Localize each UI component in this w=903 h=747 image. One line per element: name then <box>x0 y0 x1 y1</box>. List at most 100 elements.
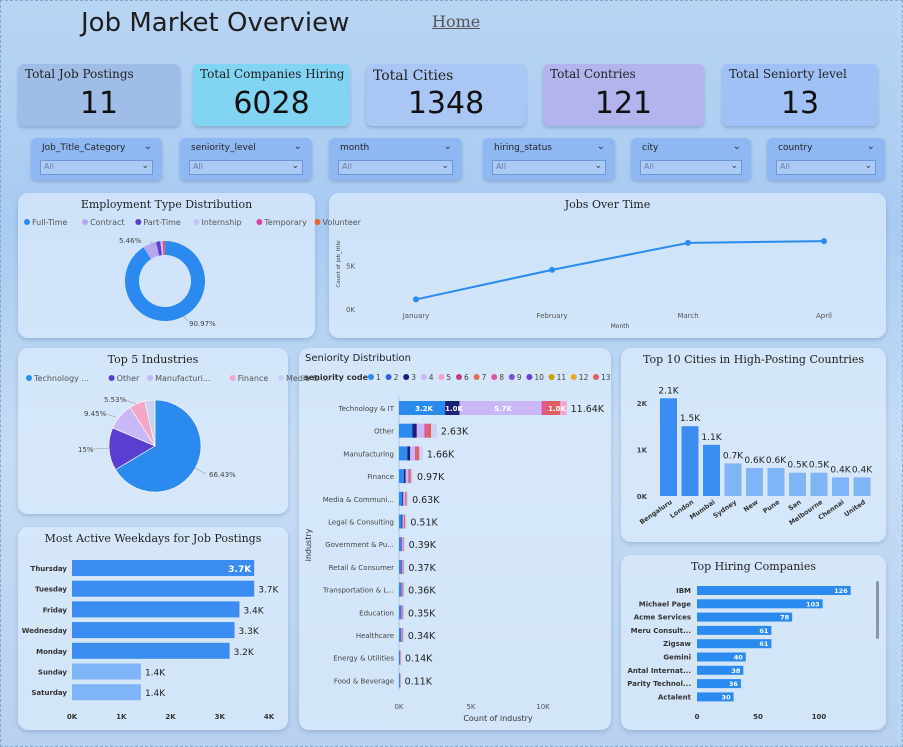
legend-label: Full-Time <box>32 218 67 227</box>
bar-segment <box>400 650 402 665</box>
legend-label: Part-Time <box>143 218 181 227</box>
bar-segment <box>412 423 417 438</box>
bar-segment <box>401 559 403 574</box>
value-label: 0.6K <box>766 456 787 466</box>
bar-segment <box>399 537 401 552</box>
bar-segment <box>405 469 409 484</box>
data-label: 5.53% <box>104 396 127 404</box>
bar <box>746 468 763 496</box>
data-point <box>413 296 419 303</box>
bar-segment <box>399 446 408 461</box>
bar-segment <box>403 628 404 642</box>
x-tick-label: 2K <box>165 713 176 721</box>
leader-line <box>182 315 189 322</box>
data-point <box>821 238 827 245</box>
bar-segment <box>416 423 425 438</box>
legend-dot <box>385 374 392 380</box>
bar-segment <box>401 514 403 529</box>
bar-segment <box>403 605 405 620</box>
category-label: Sunday <box>38 669 68 677</box>
bar-segment <box>402 559 404 574</box>
category-label: Antal Internat... <box>628 667 691 675</box>
bar-segment <box>407 446 411 461</box>
x-tick-label: 5K <box>466 703 475 711</box>
category-label: Government & Pu... <box>325 541 394 549</box>
legend-dot <box>508 374 515 380</box>
legend-dot <box>403 374 410 380</box>
bar <box>72 601 240 618</box>
category-label: Michael Page <box>639 600 691 608</box>
legend-dot <box>26 375 32 381</box>
bar-segment <box>401 628 403 642</box>
bar-segment <box>408 469 410 484</box>
legend-dot <box>193 219 200 225</box>
x-tick-label: 3K <box>215 713 226 721</box>
bar <box>789 472 806 496</box>
category-label: Parity Technol... <box>627 680 691 688</box>
legend-dot <box>548 374 555 380</box>
x-tick-label: January <box>402 312 430 320</box>
scrollbar-thumb[interactable] <box>876 581 879 639</box>
bar <box>72 684 141 701</box>
category-label: Media & Communi... <box>323 496 394 504</box>
x-tick-label: Pune <box>761 498 781 515</box>
value-label: 11.64K <box>571 404 605 415</box>
legend-dot <box>368 374 374 380</box>
legend-label: Finance <box>238 374 269 383</box>
legend-dot <box>526 374 533 380</box>
leader-line <box>194 467 207 475</box>
value-label: 126 <box>834 587 848 595</box>
legend-label: 5 <box>446 373 451 382</box>
segment-label: 1.0K <box>445 405 463 413</box>
bar <box>810 472 828 496</box>
legend-dot <box>24 219 30 225</box>
value-label: 0.5K <box>809 461 830 471</box>
legend-dot <box>314 219 321 225</box>
category-label: Retail & Consumer <box>329 564 395 572</box>
value-label: 0.4K <box>852 465 873 475</box>
bar-segment <box>415 446 417 461</box>
legend-label: 7 <box>482 373 487 382</box>
legend-label: 13 <box>601 373 611 382</box>
bar <box>724 463 742 496</box>
x-tick-label: 4K <box>264 713 275 721</box>
bar-segment <box>427 423 432 438</box>
x-tick-label: Sydney <box>712 498 739 520</box>
donut-slice-full-time <box>125 241 206 321</box>
legend-label: 2 <box>394 373 399 382</box>
category-label: Meru Consult... <box>631 627 691 635</box>
value-label: 0.4K <box>830 465 851 475</box>
legend-dot <box>593 374 599 380</box>
value-label: 0.11K <box>405 676 433 687</box>
data-label: 15% <box>78 446 94 454</box>
x-tick-label: February <box>536 312 567 320</box>
bar <box>72 663 141 680</box>
bar <box>697 586 851 595</box>
value-label: 1.66K <box>427 449 455 460</box>
bar <box>832 477 849 496</box>
bar <box>767 468 785 496</box>
legend-dot <box>256 219 263 225</box>
value-label: 38 <box>731 667 741 675</box>
value-label: 78 <box>780 614 790 622</box>
legend-label: Other <box>117 374 140 383</box>
bar-segment <box>402 582 404 597</box>
value-label: 0.35K <box>408 608 436 619</box>
bar <box>853 477 871 496</box>
bar-segment <box>431 423 437 438</box>
data-point <box>685 239 691 246</box>
bar-segment <box>399 673 400 688</box>
x-tick-label: Bengaluru <box>638 498 674 526</box>
category-label: Acme Services <box>634 614 691 622</box>
category-label: IBM <box>676 587 691 595</box>
legend-dot <box>491 374 498 380</box>
segment-label: 3.2K <box>415 405 433 413</box>
value-label: 0.6K <box>744 456 765 466</box>
data-point <box>549 266 555 273</box>
x-tick-label: March <box>677 312 698 320</box>
charts-layer: Full-Time Contract Part-Time Internship Temp… <box>22 218 879 723</box>
value-label: 103 <box>806 600 820 608</box>
bar-segment <box>399 491 403 506</box>
bar <box>697 612 793 622</box>
data-label: 66.43% <box>209 471 236 479</box>
